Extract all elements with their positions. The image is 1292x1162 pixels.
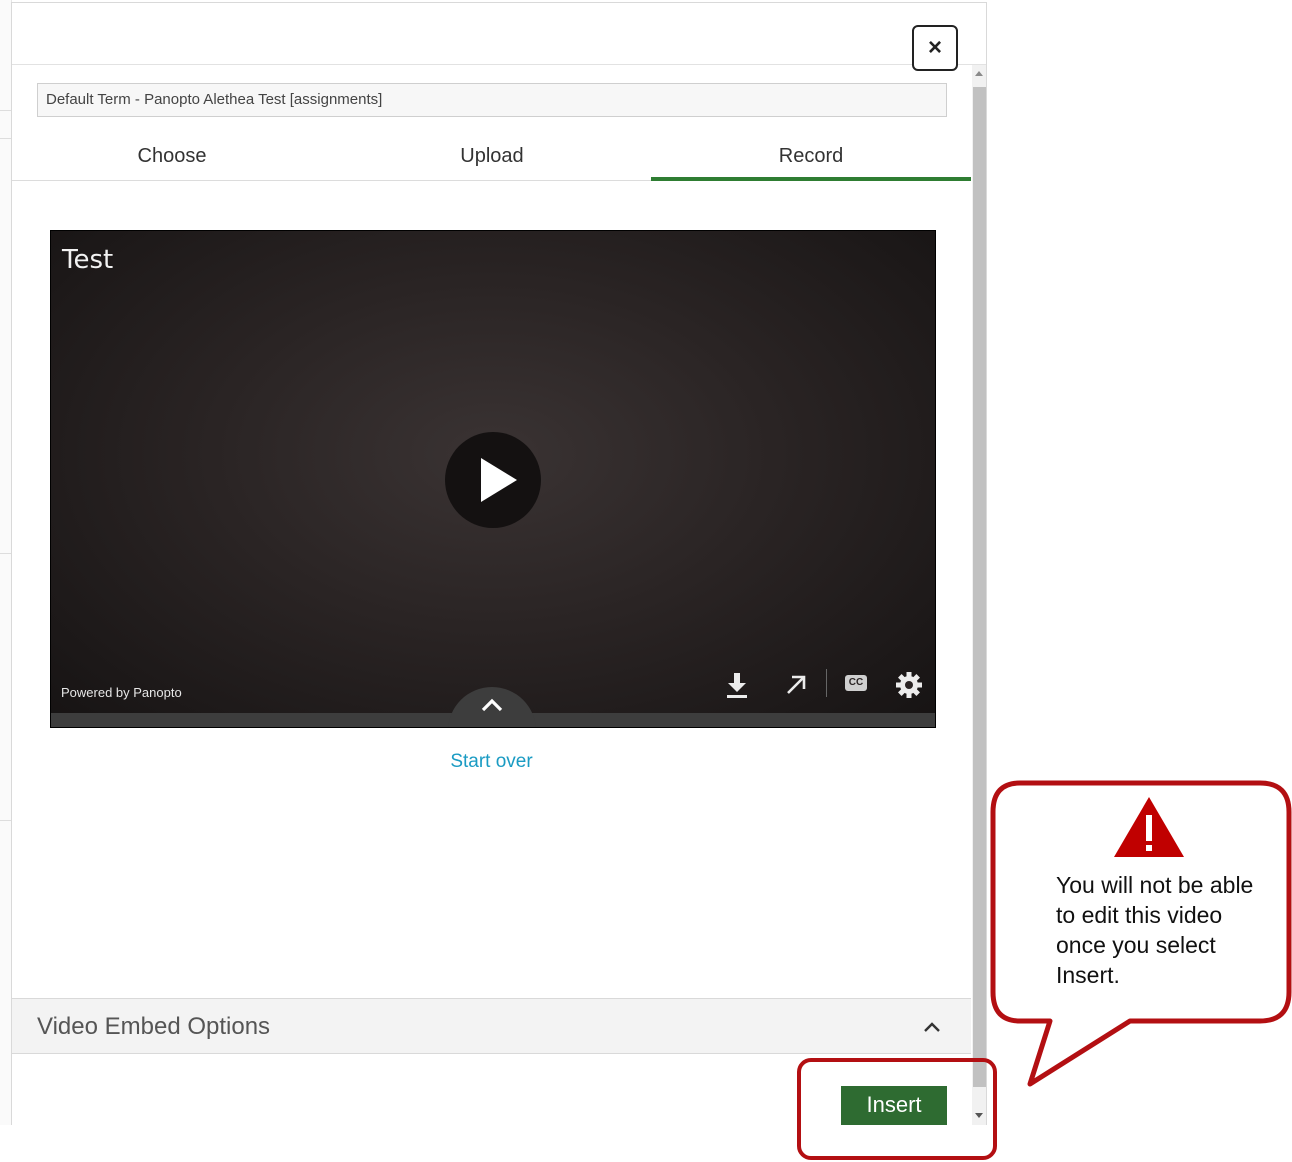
expand-controls-button[interactable]: [448, 687, 536, 727]
insert-highlight-box: [797, 1058, 997, 1160]
open-external-icon[interactable]: [782, 671, 810, 699]
settings-gear-icon[interactable]: [894, 670, 924, 700]
play-icon: [481, 458, 517, 502]
tab-upload[interactable]: Upload: [332, 137, 652, 181]
powered-by-panopto[interactable]: Powered by Panopto: [61, 685, 182, 700]
close-button[interactable]: ×: [912, 25, 958, 71]
folder-selector[interactable]: Default Term - Panopto Alethea Test [ass…: [37, 83, 947, 117]
play-button[interactable]: [445, 432, 541, 528]
control-separator: [826, 669, 827, 697]
video-dialog: Default Term - Panopto Alethea Test [ass…: [11, 2, 987, 1125]
chevron-up-icon: [481, 698, 503, 712]
tab-choose[interactable]: Choose: [12, 137, 332, 181]
scroll-up-arrow-icon[interactable]: [975, 71, 983, 76]
warning-icon: [1114, 797, 1184, 857]
scrollbar-thumb[interactable]: [973, 87, 986, 1087]
close-icon: ×: [927, 34, 942, 61]
tab-record[interactable]: Record: [651, 137, 971, 181]
tab-bar: Choose Upload Record: [12, 137, 971, 181]
video-player[interactable]: Test Powered by Panopto CC: [50, 230, 936, 728]
closed-captions-icon[interactable]: CC: [845, 675, 867, 691]
chevron-up-icon[interactable]: [922, 1020, 942, 1034]
download-icon[interactable]: [722, 671, 752, 699]
video-embed-options-panel[interactable]: Video Embed Options: [12, 998, 971, 1054]
embed-options-title: Video Embed Options: [37, 1013, 271, 1040]
start-over-link[interactable]: Start over: [12, 751, 971, 773]
dialog-header: [12, 3, 986, 65]
callout-text: You will not be able to edit this video …: [1056, 872, 1254, 988]
video-title: Test: [62, 245, 114, 275]
